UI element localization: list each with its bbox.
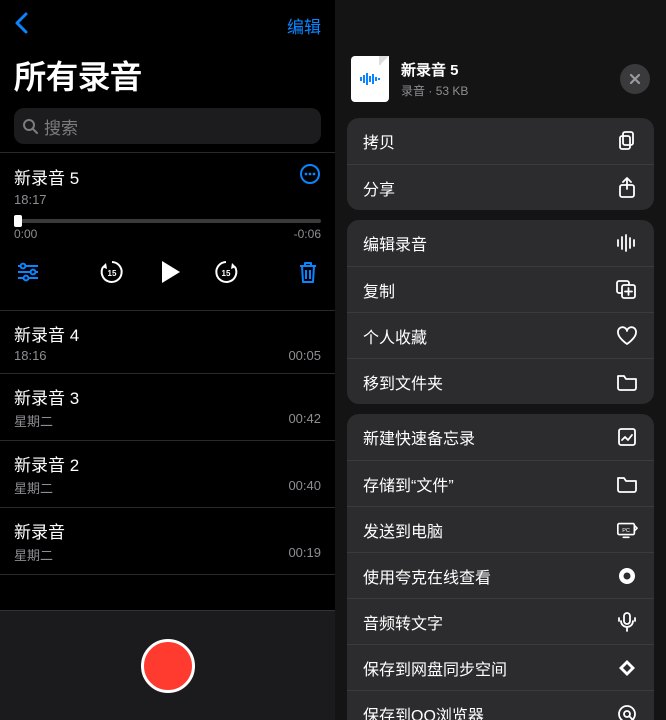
quark-icon — [616, 566, 638, 586]
recording-name: 新录音 3 — [14, 384, 321, 409]
svg-text:PC: PC — [622, 527, 630, 533]
recording-duration: 00:19 — [288, 545, 321, 564]
recording-name: 新录音 4 — [14, 321, 321, 346]
quicknote-icon — [616, 427, 638, 447]
share-sheet: 新录音 5 录音 · 53 KB 拷贝分享编辑录音复制个人收藏移到文件夹新建快速… — [335, 0, 666, 720]
recording-sub: 星期二 — [14, 545, 53, 564]
recording-duration: 00:40 — [288, 478, 321, 497]
action-label: 分享 — [363, 176, 395, 200]
play-button[interactable] — [154, 257, 184, 292]
action-row[interactable]: 分享 — [347, 164, 654, 210]
scrubber[interactable] — [14, 219, 321, 223]
search-field[interactable]: 搜索 — [14, 108, 321, 144]
record-button[interactable] — [141, 639, 195, 693]
elapsed-time: 0:00 — [14, 227, 37, 241]
search-icon — [22, 118, 38, 134]
duplicate-icon — [616, 279, 638, 301]
back-button[interactable] — [14, 10, 28, 41]
action-row[interactable]: 复制 — [347, 266, 654, 312]
recording-item[interactable]: 新录音 星期二 00:19 — [0, 508, 335, 575]
action-label: 拷贝 — [363, 129, 395, 153]
settings-button[interactable] — [16, 262, 40, 287]
action-label: 保存到QQ浏览器 — [363, 702, 484, 720]
more-button[interactable] — [299, 163, 321, 190]
recording-sub: 星期二 — [14, 411, 53, 430]
action-row[interactable]: 发送到电脑 PC — [347, 506, 654, 552]
svg-text:15: 15 — [221, 269, 230, 278]
svg-text:15: 15 — [107, 269, 116, 278]
forward-15-button[interactable]: 15 — [212, 258, 240, 291]
recording-sub: 18:16 — [14, 348, 47, 363]
recording-name: 新录音 — [14, 518, 321, 543]
recordings-list: 新录音 5 18:17 0:00 -0:06 — [0, 152, 335, 610]
recording-duration: 00:05 — [288, 348, 321, 363]
playback-controls: 15 15 — [14, 257, 321, 292]
recording-sub: 星期二 — [14, 478, 53, 497]
recording-item[interactable]: 新录音 3 星期二 00:42 — [0, 374, 335, 441]
recording-name: 新录音 5 — [14, 164, 79, 189]
scrubber-knob[interactable] — [14, 215, 22, 227]
share-actions: 拷贝分享编辑录音复制个人收藏移到文件夹新建快速备忘录存储到“文件” 发送到电脑 PC… — [335, 118, 666, 720]
file-icon — [351, 56, 389, 102]
page-title: 所有录音 — [0, 50, 335, 108]
share-icon — [616, 177, 638, 199]
action-label: 移到文件夹 — [363, 370, 443, 394]
action-row[interactable]: 音频转文字 — [347, 598, 654, 644]
action-label: 发送到电脑 — [363, 518, 443, 542]
action-label: 存储到“文件” — [363, 472, 454, 496]
action-label: 音频转文字 — [363, 610, 443, 634]
action-row[interactable]: 拷贝 — [347, 118, 654, 164]
action-group: 编辑录音复制个人收藏移到文件夹 — [347, 220, 654, 404]
remaining-time: -0:06 — [294, 227, 321, 241]
mic-icon — [616, 611, 638, 633]
record-bar — [0, 610, 335, 720]
action-label: 复制 — [363, 278, 395, 302]
action-row[interactable]: 使用夸克在线查看 — [347, 552, 654, 598]
waveform-icon — [616, 234, 638, 252]
edit-button[interactable]: 编辑 — [287, 13, 321, 38]
action-row[interactable]: 移到文件夹 — [347, 358, 654, 404]
close-button[interactable] — [620, 64, 650, 94]
recording-item-expanded[interactable]: 新录音 5 18:17 0:00 -0:06 — [0, 152, 335, 311]
action-row[interactable]: 保存到网盘同步空间 — [347, 644, 654, 690]
action-group: 拷贝分享 — [347, 118, 654, 210]
folder-icon — [616, 475, 638, 493]
recording-name: 新录音 2 — [14, 451, 321, 476]
share-header: 新录音 5 录音 · 53 KB — [335, 50, 666, 118]
action-row[interactable]: 编辑录音 — [347, 220, 654, 266]
action-group: 新建快速备忘录存储到“文件” 发送到电脑 PC 使用夸克在线查看音频转文字保存到网盘同… — [347, 414, 654, 720]
action-label: 使用夸克在线查看 — [363, 564, 491, 588]
recording-item[interactable]: 新录音 4 18:16 00:05 — [0, 311, 335, 374]
share-file-meta: 录音 · 53 KB — [401, 82, 468, 99]
send-pc-icon: PC — [616, 520, 638, 540]
action-row[interactable]: 存储到“文件” — [347, 460, 654, 506]
action-label: 保存到网盘同步空间 — [363, 656, 507, 680]
rewind-15-button[interactable]: 15 — [98, 258, 126, 291]
qqbrowser-icon — [616, 704, 638, 720]
sync-icon — [616, 658, 638, 678]
folder-icon — [616, 373, 638, 391]
share-file-name: 新录音 5 — [401, 59, 468, 80]
recording-item[interactable]: 新录音 2 星期二 00:40 — [0, 441, 335, 508]
action-row[interactable]: 个人收藏 — [347, 312, 654, 358]
action-label: 新建快速备忘录 — [363, 425, 475, 449]
delete-button[interactable] — [297, 260, 319, 289]
action-row[interactable]: 新建快速备忘录 — [347, 414, 654, 460]
recording-duration: 00:42 — [288, 411, 321, 430]
action-label: 个人收藏 — [363, 324, 427, 348]
action-row[interactable]: 保存到QQ浏览器 — [347, 690, 654, 720]
copy-doc-icon — [616, 130, 638, 152]
nav-bar: 编辑 — [0, 0, 335, 50]
recording-time: 18:17 — [14, 192, 47, 207]
heart-icon — [616, 326, 638, 346]
recordings-pane: 编辑 所有录音 搜索 新录音 5 18:17 0:00 -0:06 — [0, 0, 335, 720]
search-placeholder: 搜索 — [44, 114, 78, 139]
action-label: 编辑录音 — [363, 231, 427, 255]
